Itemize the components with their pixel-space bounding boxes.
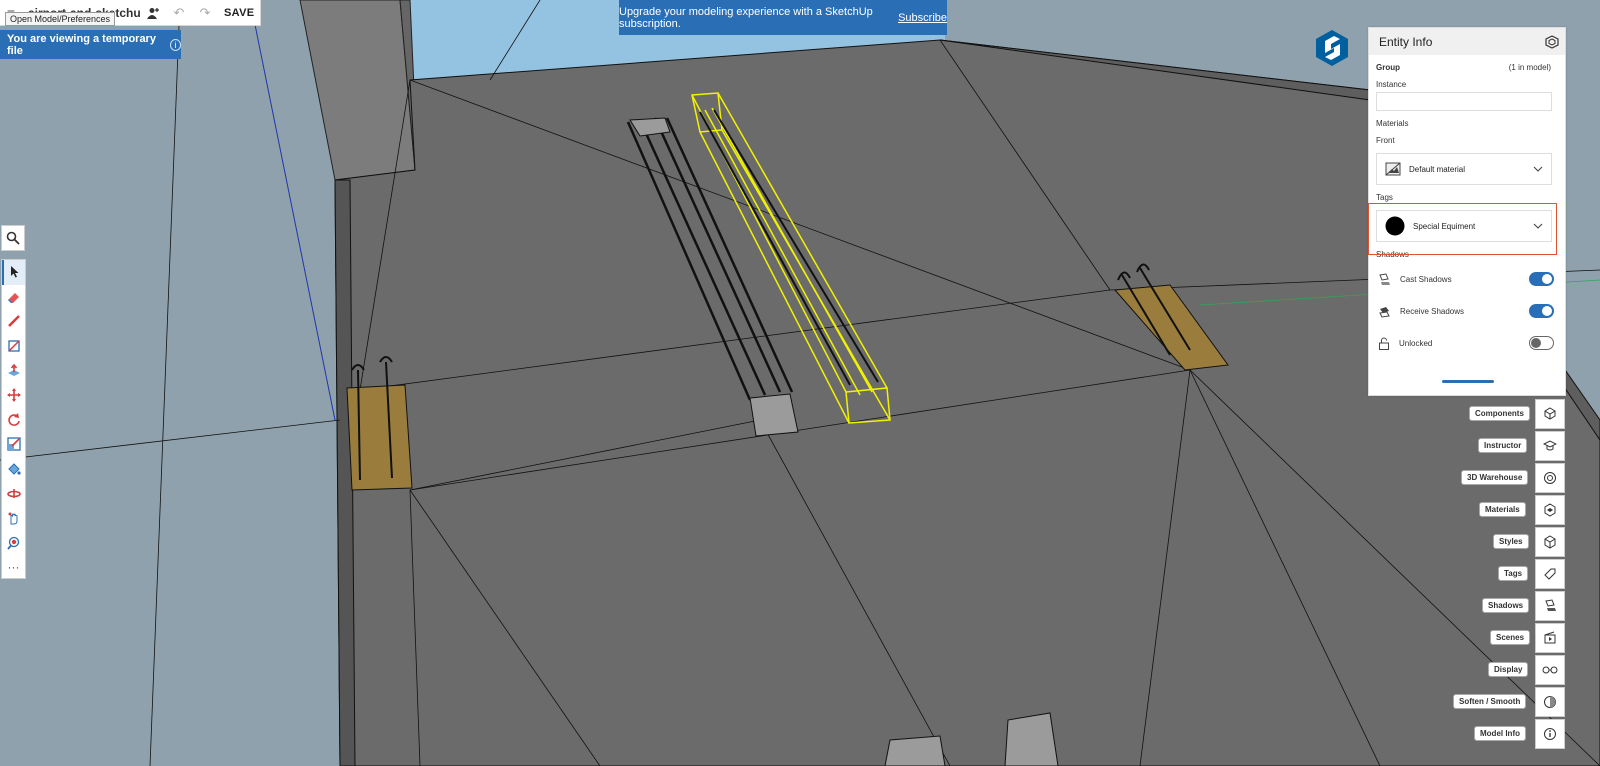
upgrade-banner: Upgrade your modeling experience with a … — [619, 0, 947, 35]
info-icon[interactable]: i — [169, 38, 181, 51]
zoom-extents-icon — [6, 536, 19, 550]
shadows-icon[interactable] — [1535, 591, 1565, 621]
orbit-tool[interactable] — [2, 481, 25, 506]
cast-shadows-row: Cast Shadows — [1378, 269, 1554, 289]
tags-icon[interactable] — [1535, 559, 1565, 589]
styles-icon[interactable] — [1535, 527, 1565, 557]
soften-icon[interactable] — [1535, 687, 1565, 717]
tray-label-components[interactable]: Components — [1469, 406, 1530, 421]
instance-name-input[interactable] — [1376, 92, 1552, 111]
save-button[interactable]: SAVE — [224, 7, 254, 19]
cast-shadows-toggle[interactable] — [1529, 272, 1554, 286]
entity-info-title: Entity Info — [1379, 34, 1433, 49]
instructor-icon[interactable] — [1535, 431, 1565, 461]
unlocked-row: Unlocked — [1378, 333, 1554, 353]
search-tool[interactable] — [1, 225, 25, 251]
lock-icon — [1379, 337, 1389, 350]
move-tool[interactable] — [2, 383, 25, 408]
tags-label: Tags — [1376, 193, 1393, 202]
tray-label-3d-warehouse[interactable]: 3D Warehouse — [1461, 470, 1529, 485]
select-icon — [10, 266, 18, 278]
zoom-extents-tool[interactable] — [2, 531, 25, 556]
sketchup-app: ≡ airport-and-sketchup ↶ ↷ SAVE Open Mod… — [0, 0, 1600, 766]
unlocked-label: Unlocked — [1399, 338, 1433, 348]
warehouse-icon[interactable] — [1535, 463, 1565, 493]
push-pull-tool[interactable] — [2, 358, 25, 383]
paint-tool[interactable] — [2, 457, 25, 482]
orbit-icon — [6, 488, 21, 498]
search-icon — [6, 231, 20, 245]
tray-label-instructor[interactable]: Instructor — [1478, 438, 1528, 453]
temporary-file-text: You are viewing a temporary file — [7, 32, 156, 57]
material-swatch-icon — [1385, 162, 1401, 176]
menu-tooltip: Open Model/Preferences — [5, 12, 116, 26]
receive-shadows-row: Receive Shadows — [1378, 301, 1554, 321]
entity-info-icon[interactable] — [1545, 34, 1559, 49]
materials-icon[interactable] — [1535, 495, 1565, 525]
sketchup-logo — [1316, 30, 1348, 66]
pan-icon — [8, 512, 17, 525]
tray-label-model-info[interactable]: Model Info — [1474, 726, 1526, 741]
display-icon[interactable] — [1535, 655, 1565, 685]
shape-tool[interactable] — [2, 334, 25, 359]
move-icon — [6, 388, 21, 403]
tags-highlight-box — [1368, 203, 1557, 255]
cast-shadows-icon — [1379, 272, 1390, 285]
upgrade-banner-text: Upgrade your modeling experience with a … — [619, 5, 873, 30]
undo-icon[interactable]: ↶ — [166, 0, 192, 26]
tool-palette: ··· — [1, 259, 26, 579]
chevron-down-icon — [1533, 166, 1543, 172]
info-icon[interactable] — [1535, 719, 1565, 749]
front-material-dropdown[interactable]: Default material — [1376, 153, 1552, 185]
subscribe-link[interactable]: Subscribe — [898, 12, 947, 24]
rotate-tool[interactable] — [2, 408, 25, 433]
select-tool[interactable] — [2, 260, 25, 285]
tray-label-scenes[interactable]: Scenes — [1490, 630, 1531, 645]
scenes-icon[interactable] — [1535, 623, 1565, 653]
instance-label: Instance — [1376, 80, 1407, 89]
entity-type: Group — [1376, 63, 1400, 72]
pencil-icon — [7, 315, 20, 328]
entity-count: (1 in model) — [1508, 63, 1551, 72]
share-user-icon[interactable] — [140, 0, 166, 26]
front-material-value: Default material — [1409, 164, 1466, 174]
receive-shadows-label: Receive Shadows — [1400, 306, 1465, 316]
entity-info-header: Entity Info — [1369, 28, 1565, 55]
tray-label-tags[interactable]: Tags — [1498, 566, 1529, 581]
materials-label: Materials — [1376, 119, 1409, 128]
tray-label-shadows[interactable]: Shadows — [1482, 598, 1530, 613]
more-tools[interactable]: ··· — [2, 555, 25, 580]
unlocked-toggle[interactable] — [1529, 336, 1554, 350]
cast-shadows-label: Cast Shadows — [1400, 274, 1452, 284]
eraser-tool[interactable] — [2, 285, 25, 310]
front-label: Front — [1376, 136, 1395, 145]
paint-bucket-icon — [7, 463, 21, 475]
push-pull-icon — [7, 363, 20, 376]
scale-icon — [6, 437, 21, 452]
rectangle-icon — [7, 340, 20, 352]
tray-label-styles[interactable]: Styles — [1493, 534, 1529, 549]
tray-label-display[interactable]: Display — [1488, 662, 1529, 677]
panel-scroll-indicator[interactable] — [1442, 380, 1494, 383]
redo-icon[interactable]: ↷ — [192, 0, 218, 26]
pan-tool[interactable] — [2, 506, 25, 531]
model-viewport[interactable] — [0, 0, 1600, 766]
scale-tool[interactable] — [2, 432, 25, 457]
components-icon[interactable] — [1535, 399, 1565, 429]
receive-shadows-icon — [1379, 306, 1390, 318]
tray-label-soften-smooth[interactable]: Soften / Smooth — [1453, 694, 1527, 709]
pencil-tool[interactable] — [2, 309, 25, 334]
receive-shadows-toggle[interactable] — [1529, 304, 1554, 318]
eraser-icon — [7, 292, 19, 303]
tray-label-materials[interactable]: Materials — [1479, 502, 1526, 517]
temporary-file-notice: You are viewing a temporary file i — [0, 30, 181, 59]
more-icon: ··· — [7, 560, 20, 575]
rotate-icon — [7, 412, 20, 426]
